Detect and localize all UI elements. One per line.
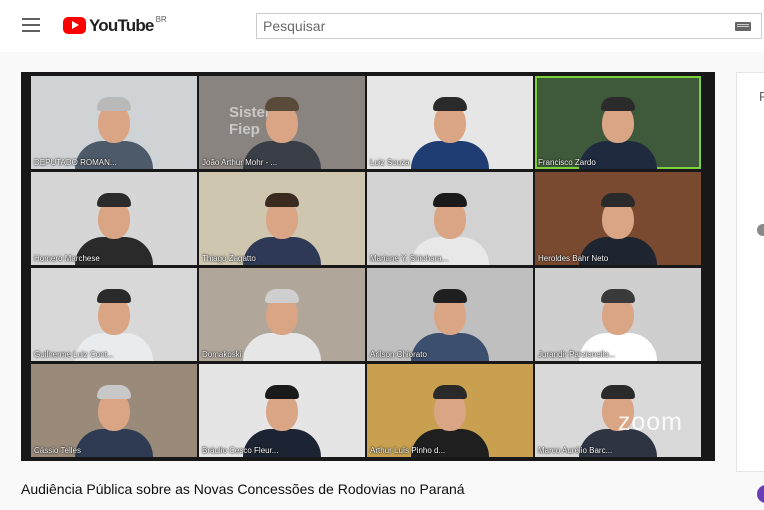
participant-tile: Sistema Fiep João Arthur Mohr - ... [199, 76, 365, 169]
participant-tile: Mariane Y. Shiohara... [367, 172, 533, 265]
participant-avatar [75, 185, 153, 265]
participant-tile: Thiago Zagatto [199, 172, 365, 265]
participant-name: Arthur Luís Pinho d... [370, 446, 446, 455]
participant-tile: Guilherme Luiz Cont... [31, 268, 197, 361]
participant-avatar [411, 89, 489, 169]
participant-name: Luiz Souza [370, 158, 410, 167]
participant-tile: Cássio Telles [31, 364, 197, 457]
participant-name: Domakoski [202, 350, 242, 359]
participant-name: Jurandir Parzianello... [538, 350, 616, 359]
participant-grid: DEPUTADO ROMAN... Sistema Fiep João Arthu… [31, 76, 702, 457]
participant-tile: Luiz Souza [367, 76, 533, 169]
participant-tile: Heroldes Bahr Neto [535, 172, 701, 265]
participant-tile: Bráulio Cesco Fleur... [199, 364, 365, 457]
participant-avatar [75, 89, 153, 169]
participant-name: Thiago Zagatto [202, 254, 256, 263]
participant-tile-active-speaker: Francisco Zardo [535, 76, 701, 169]
participant-avatar [579, 185, 657, 265]
video-player[interactable]: DEPUTADO ROMAN... Sistema Fiep João Arthu… [21, 72, 715, 461]
participant-tile: Arilson Chiorato [367, 268, 533, 361]
participant-name: Guilherme Luiz Cont... [34, 350, 114, 359]
youtube-play-icon [63, 17, 86, 34]
search-box [256, 13, 762, 39]
participant-tile: zoom Marco Aurélio Barc... [535, 364, 701, 457]
youtube-logo[interactable]: YouTube BR [63, 15, 167, 37]
participant-name: Homero Marchese [34, 254, 100, 263]
sidebar-header-letter: P [759, 89, 764, 104]
participant-avatar [579, 89, 657, 169]
keyboard-icon[interactable] [735, 22, 751, 31]
menu-icon[interactable] [22, 18, 40, 32]
participant-avatar [243, 185, 321, 265]
participant-tile: Domakoski [199, 268, 365, 361]
logo-country-code: BR [155, 15, 167, 24]
participant-avatar [243, 281, 321, 361]
participant-name: Arilson Chiorato [370, 350, 427, 359]
participant-avatar [411, 281, 489, 361]
sidebar-avatar [757, 224, 764, 236]
participant-avatar [411, 377, 489, 457]
zoom-watermark: zoom [617, 408, 683, 436]
participant-avatar [75, 281, 153, 361]
participant-avatar [411, 185, 489, 265]
participant-tile: DEPUTADO ROMAN... [31, 76, 197, 169]
participant-tile: Jurandir Parzianello... [535, 268, 701, 361]
sidebar-avatar-bottom [757, 485, 764, 503]
participant-name: Bráulio Cesco Fleur... [202, 446, 279, 455]
logo-text: YouTube [89, 16, 154, 35]
participant-name: DEPUTADO ROMAN... [34, 158, 117, 167]
participant-avatar [243, 377, 321, 457]
participant-name: Heroldes Bahr Neto [538, 254, 609, 263]
search-input[interactable] [263, 17, 723, 35]
participant-avatar [243, 89, 321, 169]
sidebar-card: P [736, 72, 764, 472]
participant-avatar [75, 377, 153, 457]
top-bar: YouTube BR [0, 0, 764, 52]
participant-name: Mariane Y. Shiohara... [370, 254, 449, 263]
participant-tile: Homero Marchese [31, 172, 197, 265]
video-title: Audiência Pública sobre as Novas Concess… [21, 481, 465, 497]
participant-name: Cássio Telles [34, 446, 81, 455]
participant-name: Marco Aurélio Barc... [538, 446, 613, 455]
participant-tile: Arthur Luís Pinho d... [367, 364, 533, 457]
participant-avatar [579, 281, 657, 361]
participant-name: Francisco Zardo [538, 158, 596, 167]
participant-name: João Arthur Mohr - ... [202, 158, 278, 167]
